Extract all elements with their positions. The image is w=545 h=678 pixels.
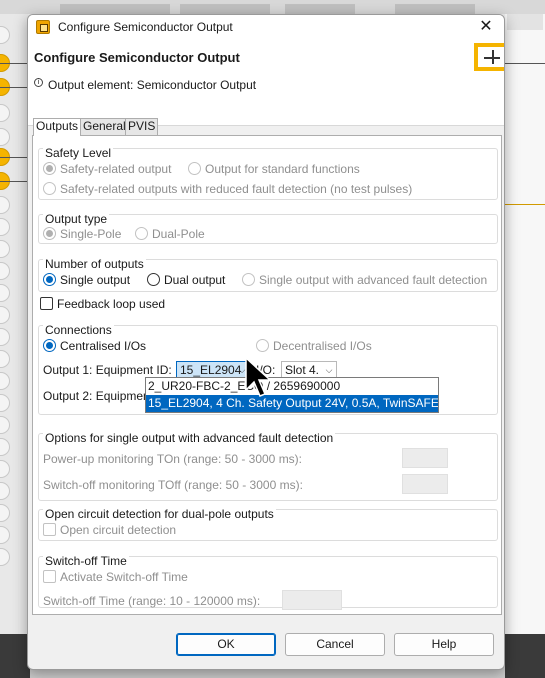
switch-off-time-title: Switch-off Time xyxy=(43,554,129,568)
power-up-monitoring-field[interactable] xyxy=(402,448,448,468)
switch-off-time-field[interactable] xyxy=(282,590,342,610)
option-label: Single-Pole xyxy=(60,227,122,241)
output1-equipment-label: Output 1: Equipment ID: xyxy=(43,363,172,377)
option-label: Safety-related output xyxy=(60,162,172,176)
radio-dual-pole[interactable]: Dual-Pole xyxy=(135,227,205,241)
switch-off-time-group: Switch-off Time Activate Switch-off Time… xyxy=(38,554,498,610)
radio-indicator[interactable] xyxy=(43,182,56,195)
option-label: Dual-Pole xyxy=(152,227,205,241)
feedback-loop-checkbox[interactable]: Feedback loop used xyxy=(40,297,165,311)
background-right-panel xyxy=(505,14,545,634)
option-label: Feedback loop used xyxy=(57,297,166,311)
tab-outputs[interactable]: Outputs xyxy=(33,118,82,136)
option-label: Decentralised I/Os xyxy=(273,339,372,353)
number-of-outputs-group: Number of outputs Single output Dual out… xyxy=(38,257,498,292)
switch-off-monitoring-label: Switch-off monitoring TOff (range: 50 - … xyxy=(43,478,303,492)
title-bar[interactable]: Configure Semiconductor Output ✕ xyxy=(28,15,504,40)
radio-dual-output[interactable]: Dual output xyxy=(147,273,225,287)
open-circuit-group: Open circuit detection for dual-pole out… xyxy=(38,507,498,541)
radio-single-pole[interactable]: Single-Pole xyxy=(43,227,121,241)
power-up-monitoring-label: Power-up monitoring TOn (range: 50 - 300… xyxy=(43,452,303,466)
output1-equipment-value: 15_EL2904 xyxy=(180,363,242,377)
connections-title: Connections xyxy=(43,323,114,337)
radio-indicator[interactable] xyxy=(135,227,148,240)
option-label: Dual output xyxy=(164,273,226,287)
radio-safety-related-output[interactable]: Safety-related output xyxy=(43,162,171,176)
radio-indicator[interactable] xyxy=(242,273,255,286)
mouse-pointer-icon xyxy=(245,356,272,397)
app-icon xyxy=(36,20,50,34)
radio-advanced-fault-output[interactable]: Single output with advanced fault detect… xyxy=(242,273,487,287)
equipment-dropdown-list: 2_UR20-FBC-2_ECO / 2659690000 15_EL2904,… xyxy=(145,377,439,413)
dialog-header: Configure Semiconductor Output i Output e… xyxy=(28,40,504,126)
dropdown-option-selected[interactable]: 15_EL2904, 4 Ch. Safety Output 24V, 0.5A… xyxy=(146,395,438,412)
advanced-fault-group: Options for single output with advanced … xyxy=(38,431,498,501)
output-type-title: Output type xyxy=(43,212,110,226)
safety-level-group: Safety Level Safety-related output Outpu… xyxy=(38,146,498,200)
output-type-group: Output type Single-Pole Dual-Pole xyxy=(38,212,498,244)
open-circuit-title: Open circuit detection for dual-pole out… xyxy=(43,507,276,521)
switch-off-monitoring-field[interactable] xyxy=(402,474,448,494)
option-label: Centralised I/Os xyxy=(60,339,147,353)
option-label: Single output with advanced fault detect… xyxy=(259,273,488,287)
safety-level-title: Safety Level xyxy=(43,146,114,160)
close-icon[interactable]: ✕ xyxy=(474,16,498,38)
radio-centralised-ios[interactable]: Centralised I/Os xyxy=(43,339,146,353)
ok-button[interactable]: OK xyxy=(176,633,276,656)
checkbox-indicator[interactable] xyxy=(43,570,56,583)
help-button[interactable]: Help xyxy=(394,633,494,656)
number-of-outputs-title: Number of outputs xyxy=(43,257,146,271)
window-title: Configure Semiconductor Output xyxy=(58,20,233,34)
header-subtitle: i Output element: Semiconductor Output xyxy=(34,78,256,92)
page-title: Configure Semiconductor Output xyxy=(34,50,240,65)
background-toolbar xyxy=(0,0,545,14)
radio-indicator[interactable] xyxy=(147,273,160,286)
radio-single-output[interactable]: Single output xyxy=(43,273,130,287)
option-label: Activate Switch-off Time xyxy=(60,570,188,584)
option-label: Open circuit detection xyxy=(60,523,177,537)
radio-indicator[interactable] xyxy=(43,339,56,352)
switch-off-time-label: Switch-off Time (range: 10 - 120000 ms): xyxy=(43,594,261,608)
open-circuit-checkbox[interactable]: Open circuit detection xyxy=(43,523,176,537)
radio-standard-output[interactable]: Output for standard functions xyxy=(188,162,360,176)
checkbox-indicator[interactable] xyxy=(40,297,53,310)
dropdown-option[interactable]: 2_UR20-FBC-2_ECO / 2659690000 xyxy=(146,378,438,395)
radio-decentralised-ios[interactable]: Decentralised I/Os xyxy=(256,339,372,353)
tab-general[interactable]: General xyxy=(80,118,129,135)
radio-indicator[interactable] xyxy=(43,273,56,286)
info-icon: i xyxy=(34,78,43,87)
activate-switch-off-checkbox[interactable]: Activate Switch-off Time xyxy=(43,570,188,584)
subtitle-text: Output element: Semiconductor Output xyxy=(48,78,257,92)
background-left-pins xyxy=(0,14,28,634)
cancel-button[interactable]: Cancel xyxy=(285,633,385,656)
checkbox-indicator[interactable] xyxy=(43,523,56,536)
io-slot-value: Slot 4. xyxy=(285,363,320,377)
advanced-fault-title: Options for single output with advanced … xyxy=(43,431,336,445)
option-label: Output for standard functions xyxy=(205,162,360,176)
radio-indicator[interactable] xyxy=(188,162,201,175)
configure-output-dialog: Configure Semiconductor Output ✕ Configu… xyxy=(27,14,505,670)
module-icon xyxy=(474,43,504,71)
radio-indicator[interactable] xyxy=(43,162,56,175)
tab-pvis[interactable]: PVIS xyxy=(125,118,159,135)
radio-reduced-fault-detection[interactable]: Safety-related outputs with reduced faul… xyxy=(43,182,412,196)
radio-indicator[interactable] xyxy=(43,227,56,240)
option-label: Single output xyxy=(60,273,131,287)
radio-indicator[interactable] xyxy=(256,339,269,352)
option-label: Safety-related outputs with reduced faul… xyxy=(60,182,413,196)
